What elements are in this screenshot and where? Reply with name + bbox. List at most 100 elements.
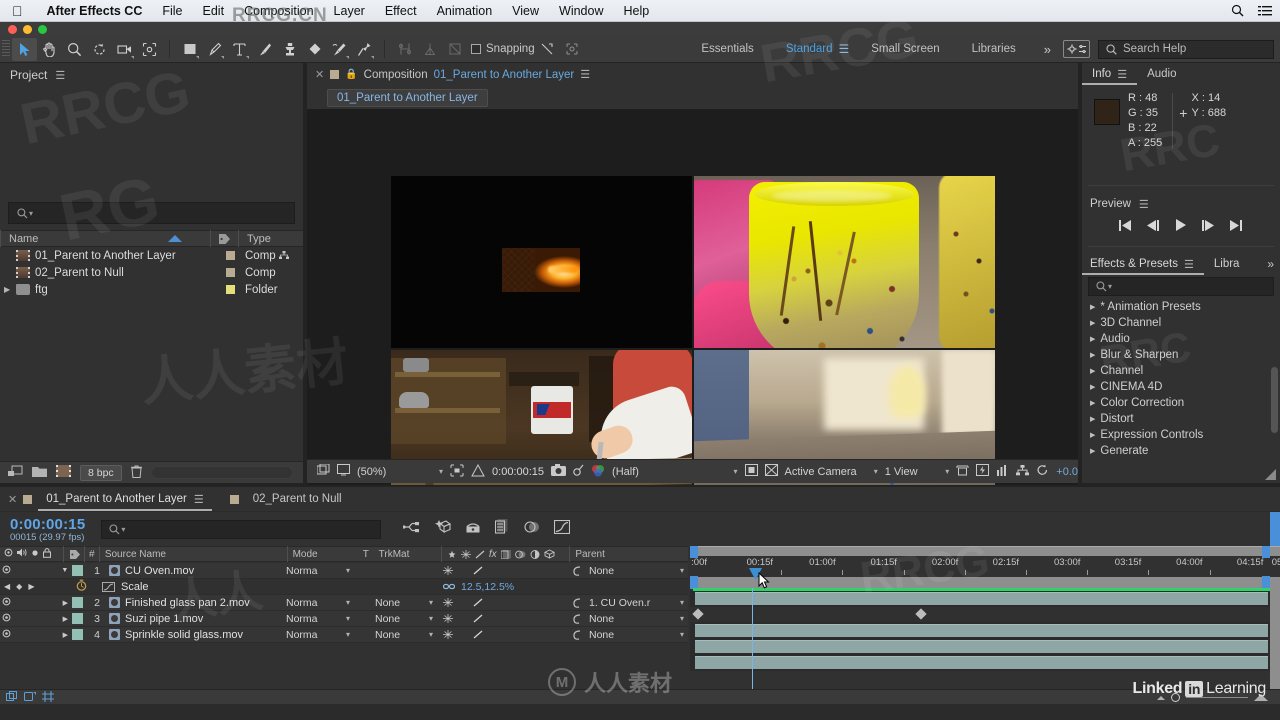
disclosure-triangle-icon[interactable]: ▶ (1090, 319, 1095, 327)
layer-label-color[interactable] (71, 629, 83, 640)
roto-brush-tool-button[interactable] (327, 38, 352, 61)
bit-depth-button[interactable]: 8 bpc (80, 464, 122, 481)
camera-dropdown[interactable]: Active Camera ▾ (785, 466, 878, 478)
effects-category-row[interactable]: ▶ Color Correction (1082, 395, 1280, 411)
minimize-window-button[interactable] (23, 25, 32, 34)
tab-info[interactable]: Info ☰ (1082, 63, 1137, 85)
rotation-tool-button[interactable] (87, 38, 112, 61)
parent-column-header[interactable]: Parent (569, 546, 688, 562)
t-column-header[interactable]: T (358, 546, 374, 562)
layer-mode-dropdown[interactable]: Norma ▾ (282, 629, 354, 641)
timeline-graph-icon[interactable] (996, 464, 1009, 479)
video-toggle-icon[interactable] (0, 613, 13, 624)
panel-resize-grip[interactable] (1265, 469, 1276, 480)
type-tool-button[interactable] (227, 38, 252, 61)
transparency-grid-icon[interactable] (471, 463, 485, 480)
snapping-align-icon[interactable] (535, 38, 560, 61)
effects-search-input[interactable]: ▾ (1088, 277, 1274, 296)
timeline-current-time[interactable]: 0:00:00:15 00015 (29.97 fps) (10, 516, 85, 543)
keyframe-navigator[interactable]: ◀ ◆ ▶ (0, 579, 100, 594)
fast-previews-icon[interactable] (976, 464, 990, 479)
new-comp-icon[interactable] (56, 465, 71, 480)
workspace-small-screen[interactable]: Small Screen (855, 43, 955, 55)
interpret-footage-icon[interactable] (8, 465, 23, 480)
maximize-window-button[interactable] (38, 25, 47, 34)
disclosure-triangle-icon[interactable]: ▶ (1090, 303, 1095, 311)
views-dropdown[interactable]: 1 View ▾ (885, 466, 950, 478)
keyframe-marker[interactable] (692, 608, 704, 620)
effects-panel-menu-icon[interactable]: ☰ (1184, 258, 1194, 271)
motion-blur-icon[interactable] (524, 520, 540, 539)
effects-category-row[interactable]: ▶ Expression Controls (1082, 427, 1280, 443)
toggle-mask-icon[interactable] (744, 464, 758, 479)
toggle-switches-modes-icon[interactable] (6, 690, 18, 705)
tab-audio[interactable]: Audio (1137, 63, 1186, 85)
effects-category-row[interactable]: ▶ Distort (1082, 411, 1280, 427)
lock-icon[interactable]: 🔒 (345, 69, 357, 80)
previous-keyframe-icon[interactable]: ◀ (4, 582, 10, 591)
video-toggle-icon[interactable] (0, 565, 12, 576)
menu-edit[interactable]: Edit (193, 4, 235, 18)
preview-panel-menu-icon[interactable]: ☰ (1139, 198, 1149, 211)
timeline-panel-menu-icon[interactable]: ☰ (194, 493, 204, 506)
new-folder-icon[interactable] (32, 466, 47, 480)
label-swatch[interactable] (226, 285, 235, 294)
pen-tool-button[interactable] (202, 38, 227, 61)
property-value-area[interactable]: 12.5,12.5% (438, 581, 568, 593)
disclosure-triangle-icon[interactable]: ▶ (1090, 335, 1095, 343)
tab-02-parent-to-null[interactable]: 02_Parent to Null (245, 487, 350, 511)
hand-tool-button[interactable] (37, 38, 62, 61)
property-name[interactable]: Scale (100, 581, 282, 593)
show-snapshot-icon[interactable] (573, 464, 584, 479)
expand-triangle-icon[interactable]: ▶ (63, 599, 68, 607)
search-dropdown-icon[interactable]: ▾ (1108, 282, 1112, 291)
close-tab-icon[interactable]: ✕ (315, 68, 324, 81)
snapping-toggle[interactable]: Snapping (471, 43, 535, 55)
menu-effect[interactable]: Effect (375, 4, 427, 18)
menu-window[interactable]: Window (549, 4, 613, 18)
timeline-layer-row[interactable]: ▶ 4 Sprinkle solid glass.mov Norma ▾ Non… (0, 627, 688, 643)
disclosure-triangle-icon[interactable]: ▶ (1090, 351, 1095, 359)
column-type[interactable]: Type (238, 230, 303, 247)
workspace-overflow-icon[interactable]: » (1032, 42, 1063, 57)
workspace-standard[interactable]: Standard (770, 43, 849, 55)
current-time-display[interactable]: 0:00:00:15 (492, 466, 544, 478)
keyframe-marker[interactable] (915, 608, 927, 620)
label-swatch[interactable] (226, 268, 235, 277)
snapping-checkbox[interactable] (471, 44, 481, 54)
menu-help[interactable]: Help (614, 4, 660, 18)
layer-switch-cells[interactable] (438, 598, 568, 607)
project-item-row[interactable]: 02_Parent to Null Comp (0, 264, 303, 281)
frame-blending-icon[interactable] (495, 518, 510, 539)
work-area-bar[interactable] (690, 546, 1280, 558)
layer-source-name[interactable]: CU Oven.mov (100, 565, 282, 577)
timeline-search-input[interactable]: ▾ (101, 519, 382, 539)
pixel-aspect-icon[interactable] (956, 464, 969, 479)
source-name-column-header[interactable]: Source Name (98, 546, 287, 562)
layer-label-color[interactable] (71, 597, 83, 608)
project-search-input[interactable]: ▾ (8, 202, 295, 224)
layer-switch-cells[interactable] (438, 630, 568, 639)
workspace-libraries[interactable]: Libraries (956, 43, 1032, 55)
apple-logo-icon[interactable]:  (12, 4, 23, 18)
menu-view[interactable]: View (502, 4, 549, 18)
layer-parent-dropdown[interactable]: None ▾ (568, 629, 688, 641)
mode-column-header[interactable]: Mode (286, 546, 358, 562)
camera-tool-button[interactable] (112, 38, 137, 61)
zoom-level-dropdown[interactable]: (50%) ▾ (357, 466, 443, 478)
close-tab-icon[interactable]: ✕ (8, 493, 17, 506)
layer-label-color[interactable] (72, 565, 83, 576)
effects-category-row[interactable]: ▶ CINEMA 4D (1082, 379, 1280, 395)
tab-effects-presets[interactable]: Effects & Presets ☰ (1082, 253, 1204, 275)
workspace-settings-icon[interactable] (1063, 40, 1090, 58)
project-footer-slider[interactable] (150, 466, 293, 479)
window-controls[interactable] (8, 25, 47, 34)
layer-trkmat-dropdown[interactable]: None ▾ (370, 613, 438, 625)
snapping-box-icon[interactable] (560, 38, 585, 61)
label-swatch[interactable] (226, 251, 235, 260)
layer-source-name[interactable]: Sprinkle solid glass.mov (100, 629, 282, 641)
workspace-essentials[interactable]: Essentials (685, 43, 769, 55)
always-preview-icon[interactable] (337, 464, 350, 479)
clone-stamp-tool-button[interactable] (277, 38, 302, 61)
first-frame-icon[interactable] (1119, 218, 1132, 236)
